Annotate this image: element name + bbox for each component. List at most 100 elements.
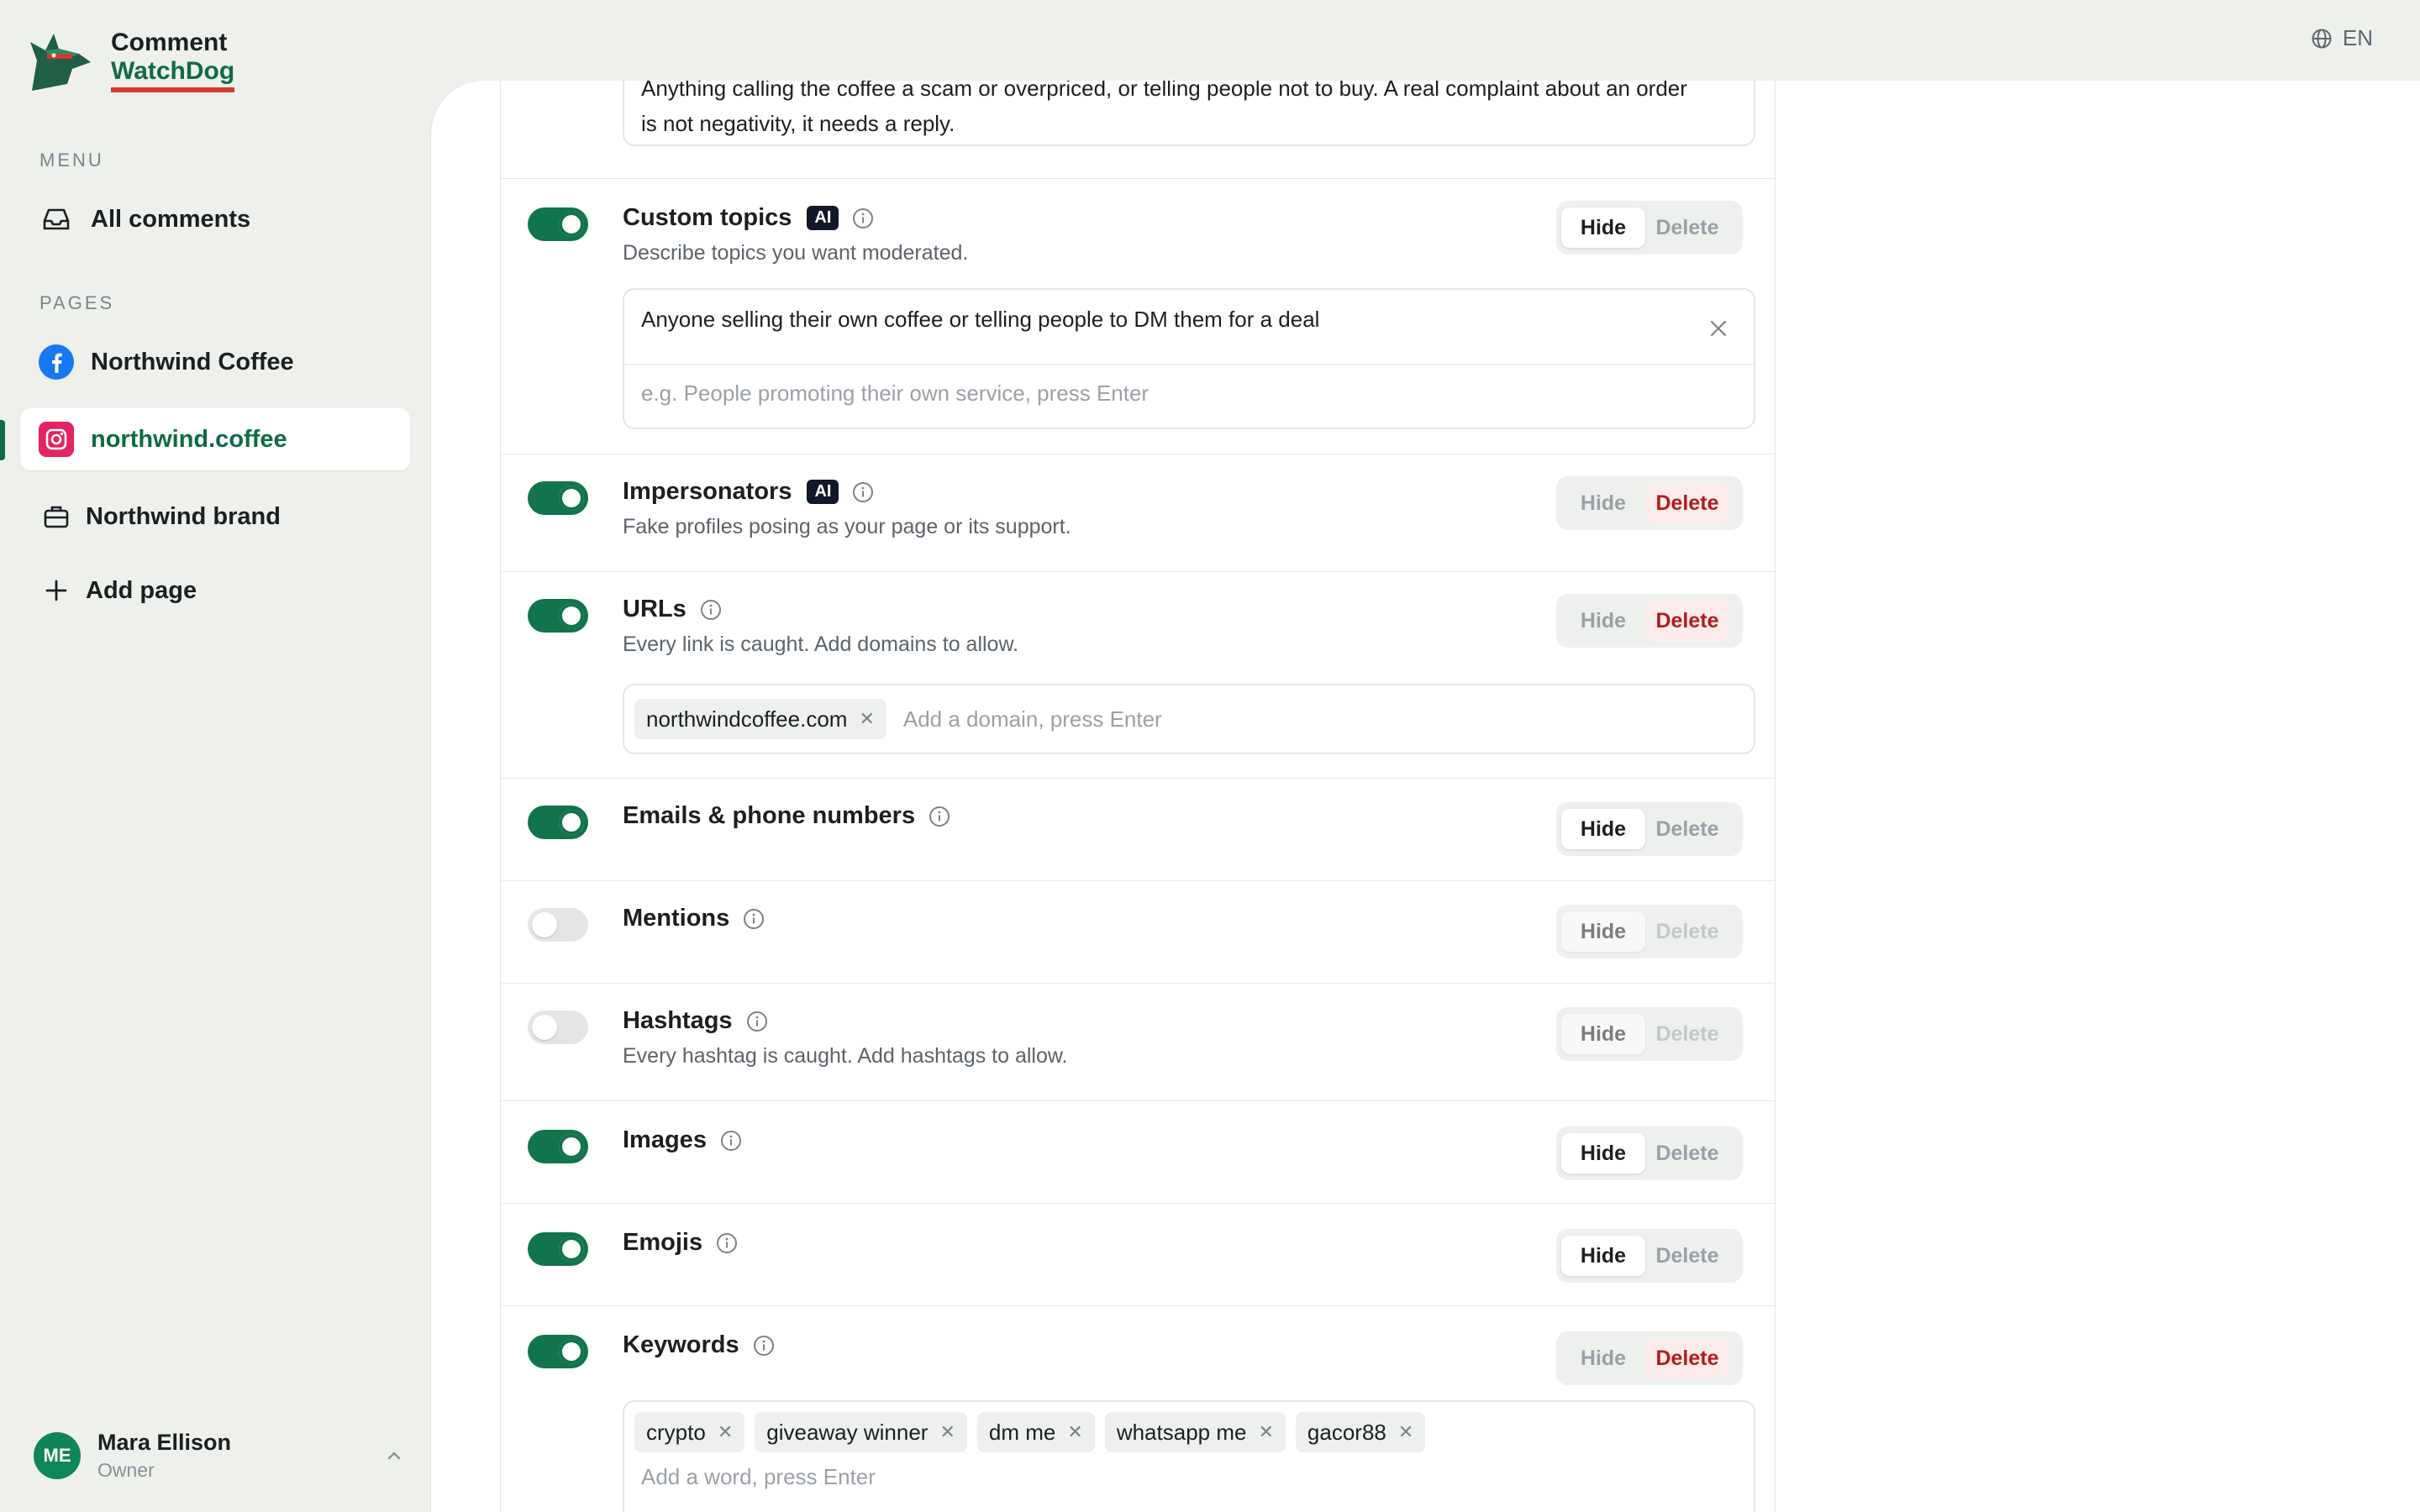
chevron-up-icon[interactable] — [385, 1446, 403, 1465]
keyword-input[interactable]: Add a word, press Enter — [634, 1452, 1744, 1502]
avatar: ME — [34, 1432, 81, 1479]
delete-option[interactable]: Delete — [1645, 1236, 1729, 1276]
emails-toggle[interactable] — [528, 806, 588, 839]
chip-label: northwindcoffee.com — [646, 706, 848, 732]
keywords-field: crypto ✕ giveaway winner ✕ dm me ✕ whatsapp… — [623, 1400, 1755, 1512]
moderation-rules-card: Anything calling the coffee a scam or ov… — [500, 81, 1776, 1512]
chip-label: gacor88 — [1307, 1419, 1386, 1445]
custom-topics-toggle[interactable] — [528, 207, 588, 241]
rule-custom-topics: Custom topics AI Describe topics you wan… — [501, 178, 1775, 454]
urls-toggle[interactable] — [528, 599, 588, 633]
hide-option[interactable]: Hide — [1561, 207, 1645, 248]
remove-chip-icon[interactable]: ✕ — [1067, 1421, 1082, 1443]
sidebar-item-label: All comments — [91, 205, 251, 233]
action-selector[interactable]: Hide Delete — [1556, 201, 1743, 255]
user-role: Owner — [97, 1459, 155, 1481]
action-selector[interactable]: Hide Delete — [1556, 1007, 1743, 1061]
sidebar-item-all-comments[interactable]: All comments — [20, 188, 410, 250]
globe-icon — [2312, 29, 2332, 48]
domain-chip: northwindcoffee.com ✕ — [634, 699, 886, 739]
chip-label: dm me — [988, 1419, 1056, 1445]
delete-option[interactable]: Delete — [1645, 809, 1729, 849]
delete-option[interactable]: Delete — [1645, 1338, 1729, 1378]
delete-option[interactable]: Delete — [1645, 911, 1729, 952]
rule-urls: URLs Every link is caught. Add domains t… — [501, 571, 1775, 779]
action-selector[interactable]: Hide Delete — [1556, 802, 1743, 856]
hide-option[interactable]: Hide — [1561, 911, 1645, 952]
keyword-chip: crypto ✕ — [634, 1412, 745, 1452]
plus-icon — [39, 573, 74, 608]
delete-option[interactable]: Delete — [1645, 601, 1729, 641]
rule-hashtags: Hashtags Every hashtag is caught. Add ha… — [501, 983, 1775, 1101]
info-icon[interactable] — [743, 908, 765, 930]
remove-chip-icon[interactable]: ✕ — [1258, 1421, 1273, 1443]
info-icon[interactable] — [929, 806, 950, 827]
top-bar: Comment WatchDog EN — [0, 0, 2420, 92]
rule-description: Describe topics you want moderated. — [623, 241, 969, 265]
images-toggle[interactable] — [528, 1130, 588, 1163]
add-page-button[interactable]: Add page — [20, 559, 410, 622]
info-icon[interactable] — [716, 1232, 738, 1254]
hide-option[interactable]: Hide — [1561, 1014, 1645, 1054]
info-icon[interactable] — [852, 481, 874, 503]
rule-title: Keywords — [623, 1331, 739, 1358]
info-icon[interactable] — [700, 599, 722, 621]
close-icon[interactable] — [1708, 318, 1728, 339]
sidebar-item-northwind-coffee[interactable]: Northwind Coffee — [20, 331, 410, 393]
user-name: Mara Ellison — [97, 1430, 232, 1455]
brand-line1: Comment — [111, 29, 228, 56]
allowed-domains-field: northwindcoffee.com ✕ Add a domain, pres… — [623, 684, 1755, 754]
remove-chip-icon[interactable]: ✕ — [859, 708, 874, 730]
info-icon[interactable] — [852, 207, 874, 229]
info-icon[interactable] — [746, 1011, 768, 1032]
rule-title: Hashtags — [623, 1007, 733, 1034]
sidebar-item-northwind-brand[interactable]: Northwind brand — [20, 486, 410, 548]
emojis-toggle[interactable] — [528, 1232, 588, 1266]
sidebar-item-label: Northwind Coffee — [91, 348, 294, 375]
custom-topics-input[interactable]: e.g. People promoting their own service,… — [624, 365, 1754, 422]
user-menu[interactable]: ME Mara Ellison Owner — [34, 1430, 403, 1482]
custom-topics-field: Anyone selling their own coffee or telli… — [623, 288, 1755, 429]
hide-option[interactable]: Hide — [1561, 601, 1645, 641]
hide-option[interactable]: Hide — [1561, 1338, 1645, 1378]
hide-option[interactable]: Hide — [1561, 809, 1645, 849]
action-selector[interactable]: Hide Delete — [1556, 1229, 1743, 1283]
delete-option[interactable]: Delete — [1645, 1014, 1729, 1054]
sidebar-item-northwind-instagram[interactable]: northwind.coffee — [20, 408, 410, 470]
action-selector[interactable]: Hide Delete — [1556, 594, 1743, 648]
rule-title: Emails & phone numbers — [623, 802, 916, 829]
remove-chip-icon[interactable]: ✕ — [939, 1421, 955, 1443]
action-selector[interactable]: Hide Delete — [1556, 1126, 1743, 1180]
delete-option[interactable]: Delete — [1645, 483, 1729, 523]
chip-label: crypto — [646, 1419, 706, 1445]
impersonators-toggle[interactable] — [528, 481, 588, 515]
action-selector[interactable]: Hide Delete — [1556, 905, 1743, 958]
active-indicator — [0, 420, 5, 460]
hide-option[interactable]: Hide — [1561, 483, 1645, 523]
info-icon[interactable] — [753, 1335, 775, 1357]
info-icon[interactable] — [720, 1130, 742, 1152]
rule-emojis: Emojis Hide Delete — [501, 1203, 1775, 1306]
keywords-toggle[interactable] — [528, 1335, 588, 1368]
mentions-toggle[interactable] — [528, 908, 588, 942]
language-switcher[interactable]: EN — [2311, 25, 2373, 51]
action-selector[interactable]: Hide Delete — [1556, 1331, 1743, 1385]
remove-chip-icon[interactable]: ✕ — [718, 1421, 733, 1443]
rule-emails-phones: Emails & phone numbers Hide Delete — [501, 778, 1775, 881]
action-selector[interactable]: Hide Delete — [1556, 476, 1743, 530]
negativity-description-field[interactable]: Anything calling the coffee a scam or ov… — [623, 81, 1755, 146]
rule-title: Images — [623, 1126, 707, 1153]
remove-chip-icon[interactable]: ✕ — [1398, 1421, 1413, 1443]
keyword-chip: dm me ✕ — [976, 1412, 1095, 1452]
hashtags-toggle[interactable] — [528, 1011, 588, 1044]
hide-option[interactable]: Hide — [1561, 1133, 1645, 1173]
delete-option[interactable]: Delete — [1645, 207, 1729, 248]
domain-input[interactable]: Add a domain, press Enter — [903, 706, 1162, 732]
rule-keywords: Keywords Hide Delete crypto ✕ giveaway wi… — [501, 1305, 1775, 1512]
menu-section-label: MENU — [39, 150, 104, 171]
delete-option[interactable]: Delete — [1645, 1133, 1729, 1173]
rule-title: Custom topics — [623, 204, 792, 231]
sidebar: MENU All comments PAGES Northwind Coffee… — [0, 81, 430, 1512]
hide-option[interactable]: Hide — [1561, 1236, 1645, 1276]
pages-section-label: PAGES — [39, 292, 115, 313]
